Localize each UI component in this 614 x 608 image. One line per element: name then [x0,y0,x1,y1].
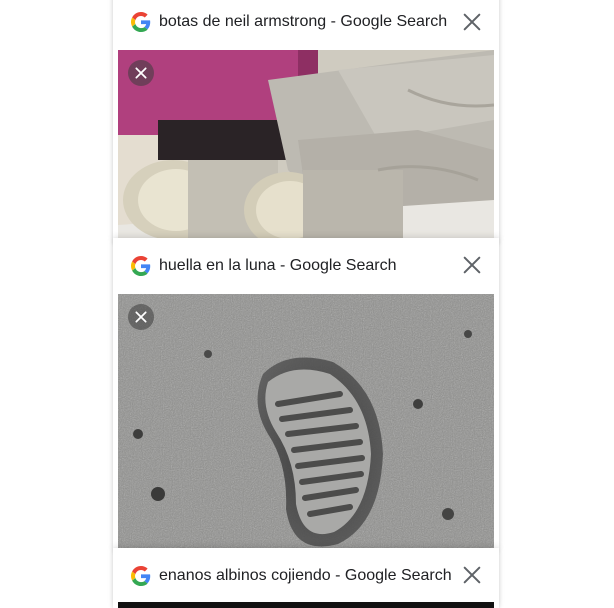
tab-card[interactable]: botas de neil armstrong - Google Search [113,0,499,242]
google-g-icon [131,12,151,32]
tab-switcher: botas de neil armstrong - Google Search [0,0,614,608]
tab-thumbnail[interactable] [118,602,494,608]
tab-card[interactable]: enanos albinos cojiendo - Google Search [113,548,499,608]
google-g-icon [131,256,151,276]
tab-card[interactable]: huella en la luna - Google Search [113,238,499,550]
tab-thumbnail[interactable] [118,50,494,242]
google-g-icon [131,566,151,586]
tab-title: botas de neil armstrong - Google Search [159,13,448,30]
tab-thumbnail[interactable] [118,294,494,550]
close-icon [135,311,147,323]
close-icon[interactable] [461,564,483,586]
moon-footprint-image [118,294,494,550]
tab-title: huella en la luna - Google Search [159,257,397,274]
thumbnail-close-button[interactable] [128,304,154,330]
close-icon [135,67,147,79]
astronaut-boots-image [118,50,494,242]
tab-header: botas de neil armstrong - Google Search [113,0,499,50]
thumbnail-close-button[interactable] [128,60,154,86]
tab-header: huella en la luna - Google Search [113,238,499,294]
close-icon[interactable] [461,254,483,276]
close-icon[interactable] [461,11,483,33]
tab-title: enanos albinos cojiendo - Google Search [159,567,452,584]
tab-header: enanos albinos cojiendo - Google Search [113,548,499,602]
